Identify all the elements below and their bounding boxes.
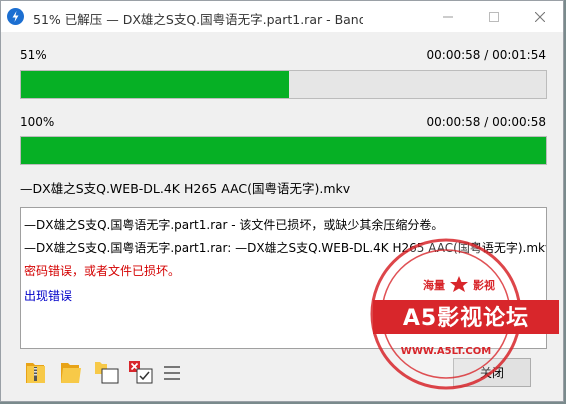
log-line-error: 密码错误，或者文件已损坏。 <box>24 264 181 278</box>
current-progress-percent: 51% <box>20 48 47 62</box>
error-check-icon <box>129 361 153 384</box>
bandizip-app-icon <box>7 8 24 25</box>
watermark-top-right-text: 影视 <box>473 278 495 292</box>
copy-folder-icon <box>95 362 119 384</box>
current-file-name: —DX雄之S支Q.WEB-DL.4K H265 AAC(国粤语无字).mkv <box>20 181 351 196</box>
watermark-seal-graphic: 海量 影视 A5影视论坛 WWW.A5LT.COM <box>370 238 559 390</box>
log-line-status: 出现错误 <box>24 289 73 303</box>
menu-button[interactable] <box>162 359 186 385</box>
minimize-button[interactable] <box>425 1 471 32</box>
watermark-url-text: WWW.A5LT.COM <box>401 346 491 357</box>
open-destination-folder-button[interactable] <box>59 359 83 385</box>
title-bar[interactable]: 51% 已解压 — DX雄之S支Q.国粤语无字.part1.rar - Band… <box>1 1 563 32</box>
folder-icon <box>61 363 81 383</box>
current-progress-fill <box>21 71 289 98</box>
watermark-top-left-text: 海量 <box>423 278 445 292</box>
total-progress-percent: 100% <box>20 115 55 129</box>
maximize-button[interactable] <box>471 1 517 32</box>
maximize-icon <box>489 11 499 22</box>
total-progress-bar <box>20 136 547 165</box>
a5lt-watermark-stamp: 海量 影视 A5影视论坛 WWW.A5LT.COM <box>361 236 561 391</box>
total-progress-time: 00:00:58 / 00:00:58 <box>426 115 546 129</box>
show-errors-button[interactable] <box>129 359 153 385</box>
watermark-main-text: A5影视论坛 <box>403 305 529 331</box>
open-archive-folder-button[interactable] <box>24 359 48 385</box>
current-progress-bar <box>20 70 547 99</box>
copy-button[interactable] <box>94 359 119 385</box>
minimize-icon <box>443 16 453 17</box>
window-title: 51% 已解压 — DX雄之S支Q.国粤语无字.part1.rar - Band… <box>33 12 363 27</box>
zip-folder-icon <box>26 363 45 383</box>
close-icon <box>535 11 545 22</box>
hamburger-menu-icon <box>164 366 180 380</box>
log-line: —DX雄之S支Q.国粤语无字.part1.rar - 该文件已损坏，或缺少其余压… <box>24 218 444 232</box>
close-window-button[interactable] <box>517 1 563 32</box>
current-progress-time: 00:00:58 / 00:01:54 <box>426 48 546 62</box>
total-progress-fill <box>21 137 546 164</box>
bandizip-window: 51% 已解压 — DX雄之S支Q.国粤语无字.part1.rar - Band… <box>0 0 564 402</box>
